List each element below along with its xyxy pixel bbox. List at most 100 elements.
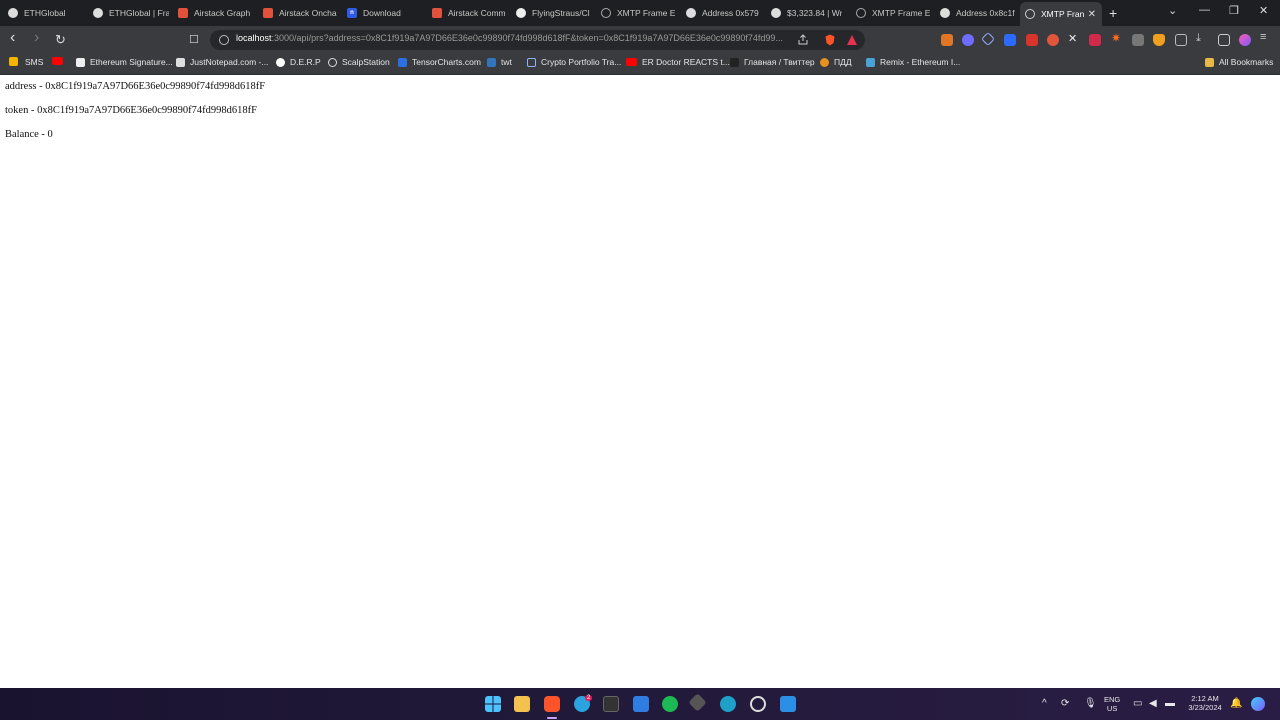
app-icon[interactable] [688,693,707,712]
notepad-app-icon[interactable] [633,696,649,712]
extension-icon[interactable] [962,34,974,46]
tab-price-wr[interactable]: $3,323.84 | Wr [771,0,847,26]
tab-address-0x8c1f[interactable]: Address 0x8c1f [940,0,1016,26]
extension-icon[interactable] [1026,34,1038,46]
bookmark-pdd[interactable]: ПДД [820,57,852,67]
minimize-button[interactable]: — [1199,4,1210,16]
airstack-icon [178,8,188,18]
region-label: US [1106,704,1118,713]
bookmark-sms[interactable]: SMS [25,57,43,67]
extension-icon[interactable] [980,31,996,47]
bookmark-remix[interactable]: Remix - Ethereum I... [866,57,960,67]
bookmark-justnotepad[interactable]: JustNotepad.com -... [176,57,268,67]
scalpstation-icon [328,57,337,67]
spotify-icon[interactable] [662,696,678,712]
tab-label: FlyingStraus/Cl [532,8,590,18]
clock-time: 2:12 AM [1191,694,1219,703]
tab-xmtp-frame-2[interactable]: XMTP Frame E [856,0,932,26]
bookmark-twt[interactable]: twt [487,57,512,67]
vscode-icon[interactable] [780,696,796,712]
etherscan-icon [771,8,781,18]
tab-search-icon[interactable]: ⌄ [1168,4,1177,17]
profile-avatar-icon[interactable] [1239,34,1251,46]
tab-ethglobal[interactable]: ETHGlobal [8,0,84,26]
copilot-icon[interactable] [1251,697,1265,711]
forward-button[interactable]: › [34,29,39,47]
tab-xmtp-frame-1[interactable]: XMTP Frame E [601,0,677,26]
bookmark-label: Главная / Твиттер [744,57,815,67]
tab-airstack-graph[interactable]: Airstack Graph [178,0,254,26]
extension-icon[interactable] [1153,34,1165,46]
address-line: address - 0x8C1f919a7A97D66E36e0c99890f7… [5,81,266,92]
tab-address-0x579[interactable]: Address 0x579 [686,0,762,26]
bookmark-twitter[interactable]: Главная / Твиттер [730,57,815,67]
metamask-icon[interactable] [941,34,953,46]
bookmark-all-bookmarks[interactable]: All Bookmarks [1205,57,1273,67]
tab-label: Download [363,8,401,18]
globe-icon [856,8,866,18]
brave-shields-icon[interactable] [824,34,836,46]
extension-icon[interactable] [1132,34,1144,46]
bookmark-page-button[interactable]: ☐ [189,33,199,46]
extension-icon[interactable] [1004,34,1016,46]
tab-github-flyingstraus[interactable]: FlyingStraus/Cl [516,0,592,26]
bookmark-label: SMS [25,57,44,67]
show-hidden-icons[interactable]: ^ [1042,698,1047,709]
battery-icon[interactable]: ▬ [1165,698,1175,709]
tab-xmtp-frame-active[interactable]: XMTP Fran ✕ [1020,2,1102,26]
menu-icon[interactable]: ≡ [1260,31,1272,43]
tab-label: XMTP Frame E [872,8,931,18]
close-window-button[interactable]: ✕ [1259,4,1268,17]
tab-airstack-oncha[interactable]: Airstack Oncha [263,0,339,26]
crypto-portfolio-icon [527,57,536,67]
extensions-puzzle-icon[interactable] [1175,34,1187,46]
bookmark-youtube[interactable] [52,57,68,65]
sync-icon[interactable]: ⟳ [1061,698,1069,709]
share-icon[interactable] [797,34,809,46]
bookmark-crypto-portfolio[interactable]: Crypto Portfolio Tra... [527,57,621,67]
clock[interactable]: 2:12 AM 3/23/2024 [1184,694,1226,712]
reload-button[interactable]: ↻ [55,32,66,48]
app-icon[interactable] [720,696,736,712]
extension-icon[interactable] [1047,34,1059,46]
bookmark-apps[interactable] [9,57,23,66]
restore-button[interactable]: ❐ [1229,4,1239,17]
windows-start-icon[interactable] [485,696,501,712]
tensorcharts-icon [398,57,407,67]
language-indicator[interactable]: ENG US [1104,695,1120,713]
download-icon[interactable]: ⤓ [1196,32,1208,44]
notepad-icon [176,57,185,67]
airstack-icon [263,8,273,18]
tab-airstack-comm[interactable]: Airstack Comm [432,0,508,26]
tab-ethglobal-fra[interactable]: ETHGlobal | Fra [93,0,169,26]
terminal-icon[interactable] [603,696,619,712]
bookmark-tensorcharts[interactable]: TensorCharts.com [398,57,481,67]
notification-bell-icon[interactable]: 🔔 [1230,698,1242,709]
close-tab-icon[interactable]: ✕ [1088,9,1096,20]
url-text[interactable]: localhost:3000/api/prs?address=0x8C1f919… [236,33,796,43]
back-button[interactable]: ‹ [10,29,15,47]
bookmark-ethereum-signature[interactable]: Ethereum Signature... [76,57,173,67]
bookmark-derp[interactable]: D.E.R.P [276,57,321,67]
sidebar-icon[interactable] [1218,34,1230,46]
site-info-icon[interactable] [219,35,229,45]
network-icon[interactable]: ▭ [1133,698,1142,709]
airstack-icon [432,8,442,18]
file-explorer-icon[interactable] [514,696,530,712]
microphone-icon[interactable]: 🎙 [1084,698,1097,709]
youtube-icon [626,58,637,66]
ethglobal-icon [93,8,103,18]
tab-download[interactable]: n Download [347,0,423,26]
x-extension-icon[interactable]: ✕ [1068,32,1080,45]
new-tab-button[interactable]: + [1109,5,1117,21]
app-icon[interactable] [750,696,766,712]
bookmark-er-doctor[interactable]: ER Doctor REACTS t... [626,57,730,67]
bookmark-scalpstation[interactable]: ScalpStation [328,57,390,67]
extension-icon[interactable] [1089,34,1101,46]
address-bar[interactable]: localhost:3000/api/prs?address=0x8C1f919… [210,30,865,50]
volume-icon[interactable]: ◀ [1149,698,1157,709]
brave-rewards-icon[interactable] [846,34,858,46]
brave-browser-icon[interactable] [544,696,560,712]
bookmark-label: Crypto Portfolio Tra... [541,57,622,67]
extension-icon[interactable]: ✷ [1111,31,1123,45]
